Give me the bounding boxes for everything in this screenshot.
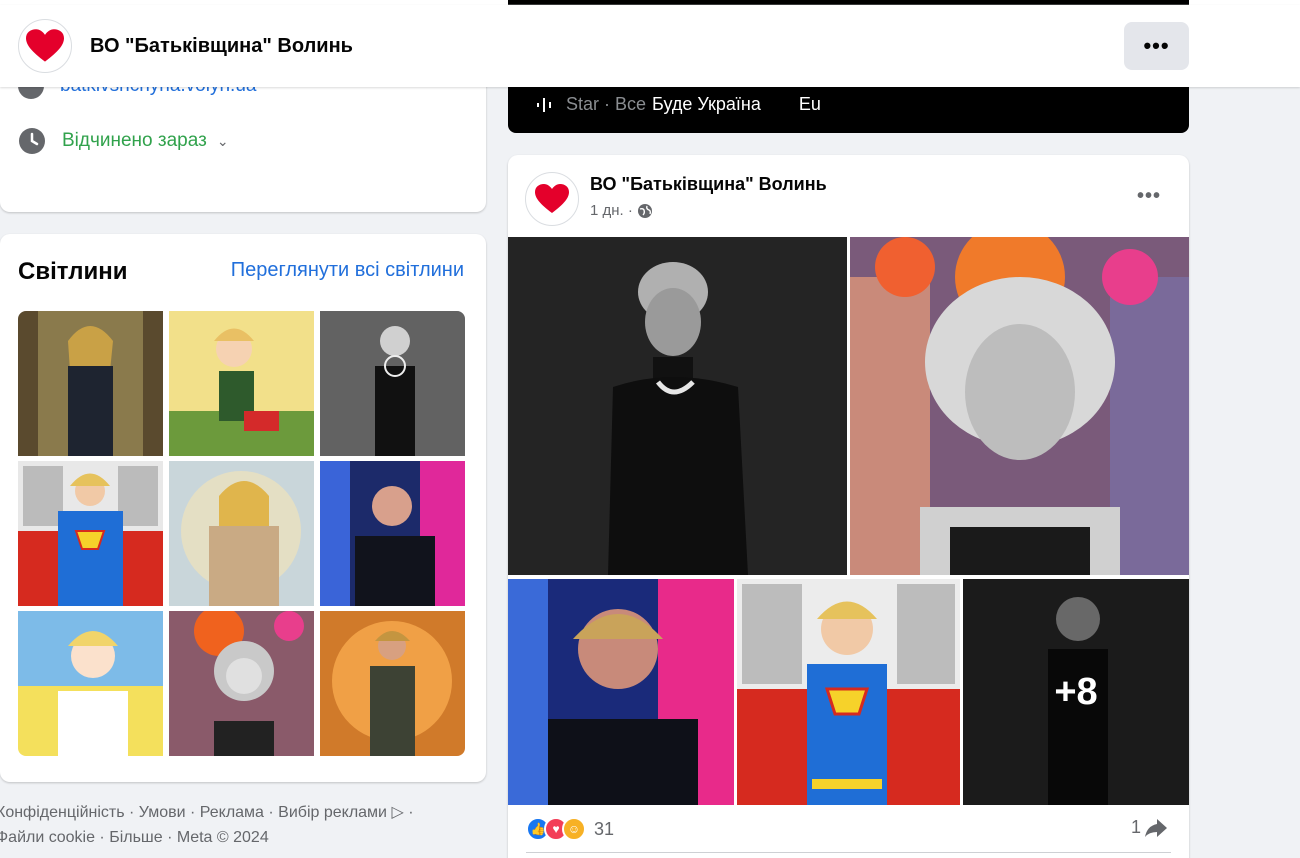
photo-thumb[interactable] <box>169 461 314 606</box>
post-photo[interactable] <box>850 237 1189 575</box>
footer: Конфіденційність · Умови · Реклама · Виб… <box>0 800 476 850</box>
shares-summary[interactable]: 1 <box>1131 817 1167 838</box>
haha-reaction-icon: ☺ <box>562 817 586 841</box>
photo-thumb[interactable] <box>320 311 465 456</box>
page-avatar[interactable] <box>18 19 72 73</box>
photo-thumb[interactable] <box>169 611 314 756</box>
photo-thumb[interactable] <box>320 461 465 606</box>
photo-thumb[interactable] <box>18 461 163 606</box>
post-meta: 1 дн. · <box>590 202 653 219</box>
post-photo[interactable] <box>737 579 960 805</box>
share-arrow-icon <box>1145 818 1167 837</box>
more-photos-overlay[interactable]: +8 <box>963 579 1189 805</box>
chevron-down-icon[interactable]: ⌄ <box>217 133 229 150</box>
post-more-button[interactable]: ••• <box>1137 185 1161 208</box>
hours-row[interactable]: Відчинено зараз ⌄ <box>18 127 229 155</box>
photo-thumb[interactable] <box>169 311 314 456</box>
post-card: ВО "Батьківщина" Волинь 1 дн. · ••• +8 👍… <box>508 155 1189 858</box>
footer-links-line1[interactable]: Конфіденційність · Умови · Реклама · Виб… <box>0 800 476 825</box>
post-avatar[interactable] <box>525 172 579 226</box>
heart-logo-icon <box>26 29 64 62</box>
photos-card: Світлини Переглянути всі світлини <box>0 234 486 782</box>
music-extra: Eu <box>798 94 821 114</box>
music-song: Буде Україна <box>652 94 761 114</box>
see-all-photos-link[interactable]: Переглянути всі світлини <box>231 259 464 282</box>
post-photo-more[interactable]: +8 <box>963 579 1189 805</box>
page-title: ВО "Батьківщина" Волинь <box>90 35 353 57</box>
photo-thumb[interactable] <box>18 611 163 756</box>
globe-icon <box>637 203 652 218</box>
post-photo[interactable] <box>508 237 847 575</box>
heart-logo-icon <box>535 184 569 213</box>
photos-title: Світлини <box>18 258 128 285</box>
clock-icon <box>19 128 45 154</box>
post-photo[interactable] <box>508 579 734 805</box>
reaction-count[interactable]: 31 <box>594 819 614 840</box>
photos-grid <box>18 311 465 756</box>
audio-wave-icon <box>537 97 551 112</box>
reactions-summary[interactable]: 👍 ♥ ☺ 31 <box>526 817 614 841</box>
page-more-button[interactable]: ••• <box>1124 22 1189 70</box>
page-header: ВО "Батьківщина" Волинь ••• <box>0 5 1300 87</box>
share-count[interactable]: 1 <box>1131 817 1141 838</box>
post-time[interactable]: 1 дн. · <box>590 202 633 219</box>
photo-thumb[interactable] <box>320 611 465 756</box>
footer-links-line2[interactable]: Файли cookie · Більше · Meta © 2024 <box>0 825 476 850</box>
music-artist: Star · Все <box>566 94 647 114</box>
music-info: Star · Все Буде Україна Eu <box>536 94 821 115</box>
photo-thumb[interactable] <box>18 311 163 456</box>
post-author[interactable]: ВО "Батьківщина" Волинь <box>590 174 827 195</box>
open-status[interactable]: Відчинено зараз <box>62 130 207 152</box>
divider <box>526 852 1171 853</box>
